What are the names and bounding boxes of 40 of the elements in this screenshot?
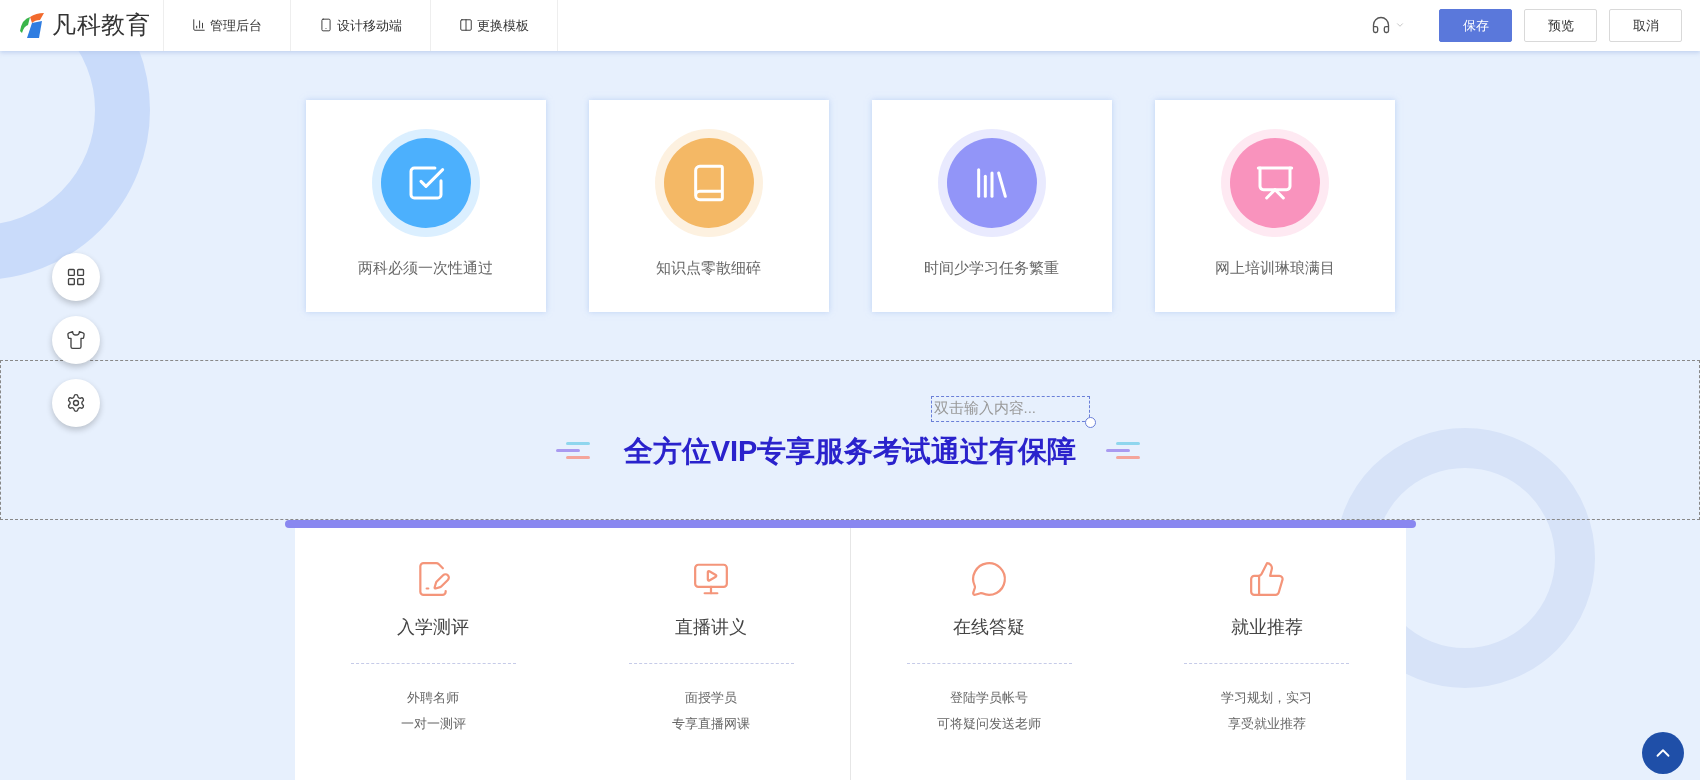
service-description: 登陆学员帐号 — [950, 689, 1029, 707]
banner-title: 全方位VIP专享服务考试通过有保障 — [623, 433, 1077, 469]
phone-icon — [319, 18, 333, 33]
headset-icon — [1371, 15, 1391, 36]
service-description: 学习规划，实习 — [1221, 689, 1313, 707]
shirt-icon — [66, 330, 86, 350]
support-dropdown[interactable] — [1371, 15, 1405, 36]
cancel-button[interactable]: 取消 — [1609, 8, 1682, 42]
thumbs-up-icon — [1247, 560, 1286, 598]
save-button[interactable]: 保存 — [1439, 8, 1512, 42]
service-description: 享受就业推荐 — [1227, 714, 1306, 733]
side-tool-button[interactable] — [52, 379, 100, 427]
feature-label: 网上培训琳琅满目 — [1214, 257, 1335, 278]
layout-icon — [459, 18, 473, 33]
apps-grid-icon — [66, 267, 86, 287]
service-description: 可将疑问发送老师 — [937, 714, 1042, 733]
service-description: 外聘名师 — [407, 689, 460, 707]
logo-text: 凡科教育 — [52, 10, 151, 41]
service-title: 在线答疑 — [953, 616, 1026, 639]
service-description: 面授学员 — [685, 689, 738, 707]
nav-link[interactable]: 更换模板 — [431, 0, 558, 51]
feature-label: 知识点零散细碎 — [656, 257, 761, 278]
bar-chart-icon — [192, 18, 206, 33]
nav-link[interactable]: 设计移动端 — [291, 0, 431, 51]
feature-label: 时间少学习任务繁重 — [924, 257, 1059, 278]
service-title: 入学测评 — [397, 616, 470, 639]
side-tool-button[interactable] — [52, 253, 100, 301]
side-tool-button[interactable] — [52, 316, 100, 364]
nav-link[interactable]: 管理后台 — [164, 0, 291, 51]
chat-bubble-icon — [970, 560, 1009, 598]
service-description: 专享直播网课 — [672, 714, 751, 733]
scroll-top-button[interactable] — [1642, 732, 1684, 774]
service-title: 就业推荐 — [1230, 616, 1303, 639]
settings-icon — [66, 393, 86, 413]
preview-button[interactable]: 预览 — [1524, 8, 1597, 42]
feature-label: 两科必须一次性通过 — [358, 257, 493, 278]
resize-handle[interactable] — [1084, 416, 1096, 428]
service-description: 一对一测评 — [400, 714, 466, 733]
placeholder-text: 双击输入内容... — [933, 398, 1036, 419]
service-title: 直播讲义 — [675, 616, 748, 639]
